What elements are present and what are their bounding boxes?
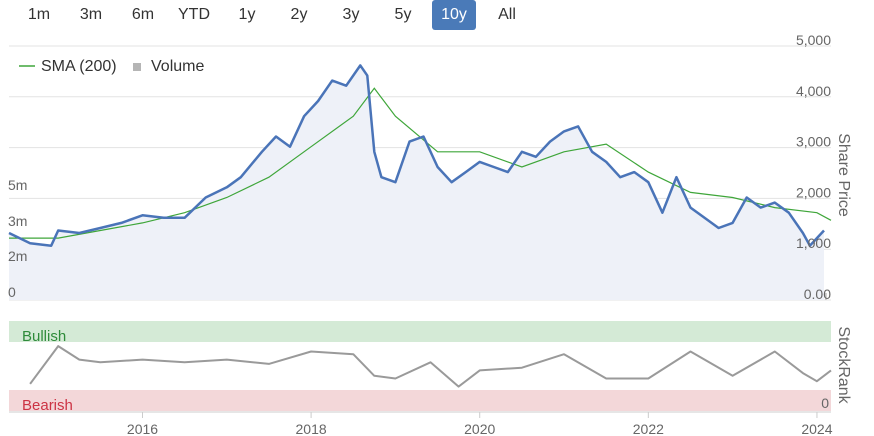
x-tick-label: 2020	[464, 421, 495, 436]
volume-tick-label: 2m	[8, 248, 27, 264]
share-price-axis-title: Share Price	[835, 133, 852, 217]
price-area	[9, 65, 824, 301]
range-button-2y[interactable]: 2y	[282, 0, 316, 30]
range-button-10y[interactable]: 10y	[432, 0, 476, 30]
bearish-label: Bearish	[22, 397, 73, 414]
x-tick-label: 2024	[801, 421, 832, 436]
range-button-1y[interactable]: 1y	[230, 0, 264, 30]
price-tick-label: 2,000	[796, 184, 831, 200]
range-button-all[interactable]: All	[490, 0, 524, 30]
volume-tick-label: 0	[8, 284, 16, 300]
range-button-1m[interactable]: 1m	[22, 0, 56, 30]
range-button-3m[interactable]: 3m	[74, 0, 108, 30]
volume-tick-label: 3m	[8, 213, 27, 229]
chart-legend[interactable]: SMA (200) Volume	[19, 58, 204, 75]
x-tick-label: 2022	[633, 421, 664, 436]
x-tick-label: 2016	[127, 421, 158, 436]
bearish-zone	[9, 390, 831, 411]
price-tick-label: 5,000	[796, 32, 831, 48]
volume-legend-swatch	[133, 63, 141, 71]
x-tick-label: 2018	[296, 421, 327, 436]
range-button-ytd[interactable]: YTD	[172, 0, 216, 30]
range-selector: 1m 3m 6m YTD 1y 2y 3y 5y 10y All	[0, 0, 560, 32]
price-tick-label: 3,000	[796, 134, 831, 150]
price-tick-label: 1,000	[796, 235, 831, 251]
stockrank-zero-label: 0	[821, 395, 829, 411]
volume-legend-label[interactable]: Volume	[151, 58, 204, 75]
stockrank-axis-title: StockRank	[835, 326, 852, 404]
bullish-label: Bullish	[22, 328, 66, 345]
range-button-6m[interactable]: 6m	[126, 0, 160, 30]
price-tick-label: 0.00	[804, 286, 831, 302]
range-button-3y[interactable]: 3y	[334, 0, 368, 30]
stock-chart: 5,000 4,000 3,000 2,000 1,000 0.00 5m 3m 2m 0 Sh…	[8, 32, 852, 436]
range-button-5y[interactable]: 5y	[386, 0, 420, 30]
volume-tick-label: 5m	[8, 177, 27, 193]
x-axis-labels: 2016 2018 2020 2022 2024	[127, 412, 833, 436]
price-tick-label: 4,000	[796, 83, 831, 99]
stockrank-line	[29, 345, 832, 388]
sma-legend-label[interactable]: SMA (200)	[41, 58, 117, 75]
bullish-zone	[9, 321, 831, 342]
